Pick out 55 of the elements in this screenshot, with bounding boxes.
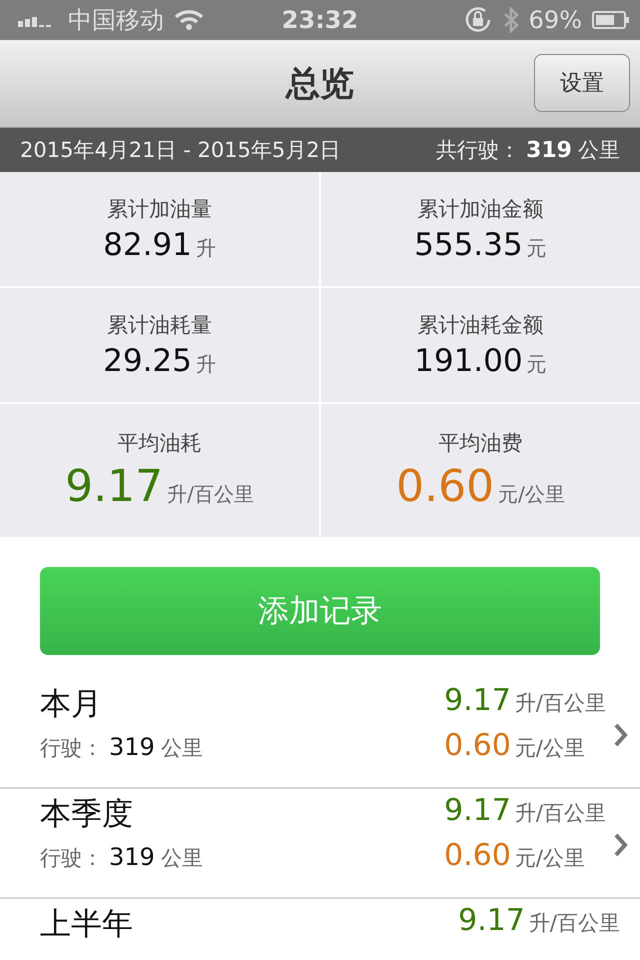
settings-button[interactable]: 设置	[534, 54, 630, 112]
stat-value: 191.00	[414, 343, 523, 379]
stat-unit: 升	[196, 351, 216, 378]
consumption-value: 9.17	[444, 793, 511, 828]
stat-value: 82.91	[103, 227, 192, 263]
distance-unit: 公里	[160, 735, 203, 762]
period-row[interactable]: 上半年 9.17 升/百公里	[0, 899, 640, 945]
cost-unit: 元/公里	[514, 735, 585, 762]
stat-unit: 元	[526, 351, 547, 378]
distance-unit: 公里	[160, 845, 203, 872]
period-row[interactable]: 本季度 行驶： 319 公里 9.17 升/百公里 0.60 元/公里	[0, 789, 640, 899]
stat-value: 29.25	[103, 343, 192, 379]
chevron-icon	[614, 723, 628, 747]
consumption-value: 9.17	[444, 683, 511, 718]
clock-time: 23:32	[282, 6, 358, 34]
distance-label: 行驶：	[40, 735, 103, 762]
distance-label: 行驶：	[40, 845, 103, 872]
stat-label: 累计油耗金额	[418, 312, 544, 339]
cost-value: 0.60	[444, 838, 511, 873]
date-range: 2015年4月21日 - 2015年5月2日	[20, 137, 341, 164]
distance-value: 319	[526, 138, 572, 162]
period-name: 本季度	[40, 795, 134, 834]
stat-label: 平均油费	[438, 430, 522, 457]
carrier-name: 中国移动	[68, 5, 164, 36]
distance-value: 319	[109, 843, 155, 871]
distance-label: 共行驶：	[436, 137, 520, 164]
stat-unit: 元	[526, 235, 547, 262]
period-row[interactable]: 本月 行驶： 319 公里 9.17 升/百公里 0.60 元/公里	[0, 679, 640, 789]
chevron-icon	[614, 833, 628, 857]
stat-label: 累计加油金额	[418, 196, 544, 223]
consumption-unit: 升/百公里	[514, 690, 606, 717]
distance-value: 319	[109, 733, 155, 761]
stat-value: 0.60	[396, 461, 494, 512]
stat-label: 平均油耗	[118, 430, 202, 457]
consumption-unit: 升/百公里	[528, 910, 620, 937]
battery-icon	[592, 11, 630, 29]
battery-percent: 69%	[528, 6, 582, 34]
bluetooth-icon	[502, 6, 519, 34]
period-name: 本月	[40, 685, 103, 724]
stat-value: 9.17	[65, 461, 164, 512]
consumption-unit: 升/百公里	[514, 800, 606, 827]
period-name: 上半年	[40, 905, 134, 944]
stat-unit: 升/百公里	[167, 481, 254, 508]
stat-label: 累计加油量	[107, 196, 212, 223]
consumption-value: 9.17	[458, 903, 525, 938]
stat-label: 累计油耗量	[107, 312, 212, 339]
stat-unit: 升	[196, 235, 216, 262]
distance-unit: 公里	[578, 137, 620, 164]
cost-unit: 元/公里	[514, 845, 585, 872]
stat-value: 555.35	[414, 227, 523, 263]
page-title: 总览	[286, 62, 354, 106]
cost-value: 0.60	[444, 728, 511, 763]
rotation-lock-icon	[462, 5, 493, 35]
stat-unit: 元/公里	[498, 481, 565, 508]
wifi-icon	[174, 9, 204, 31]
